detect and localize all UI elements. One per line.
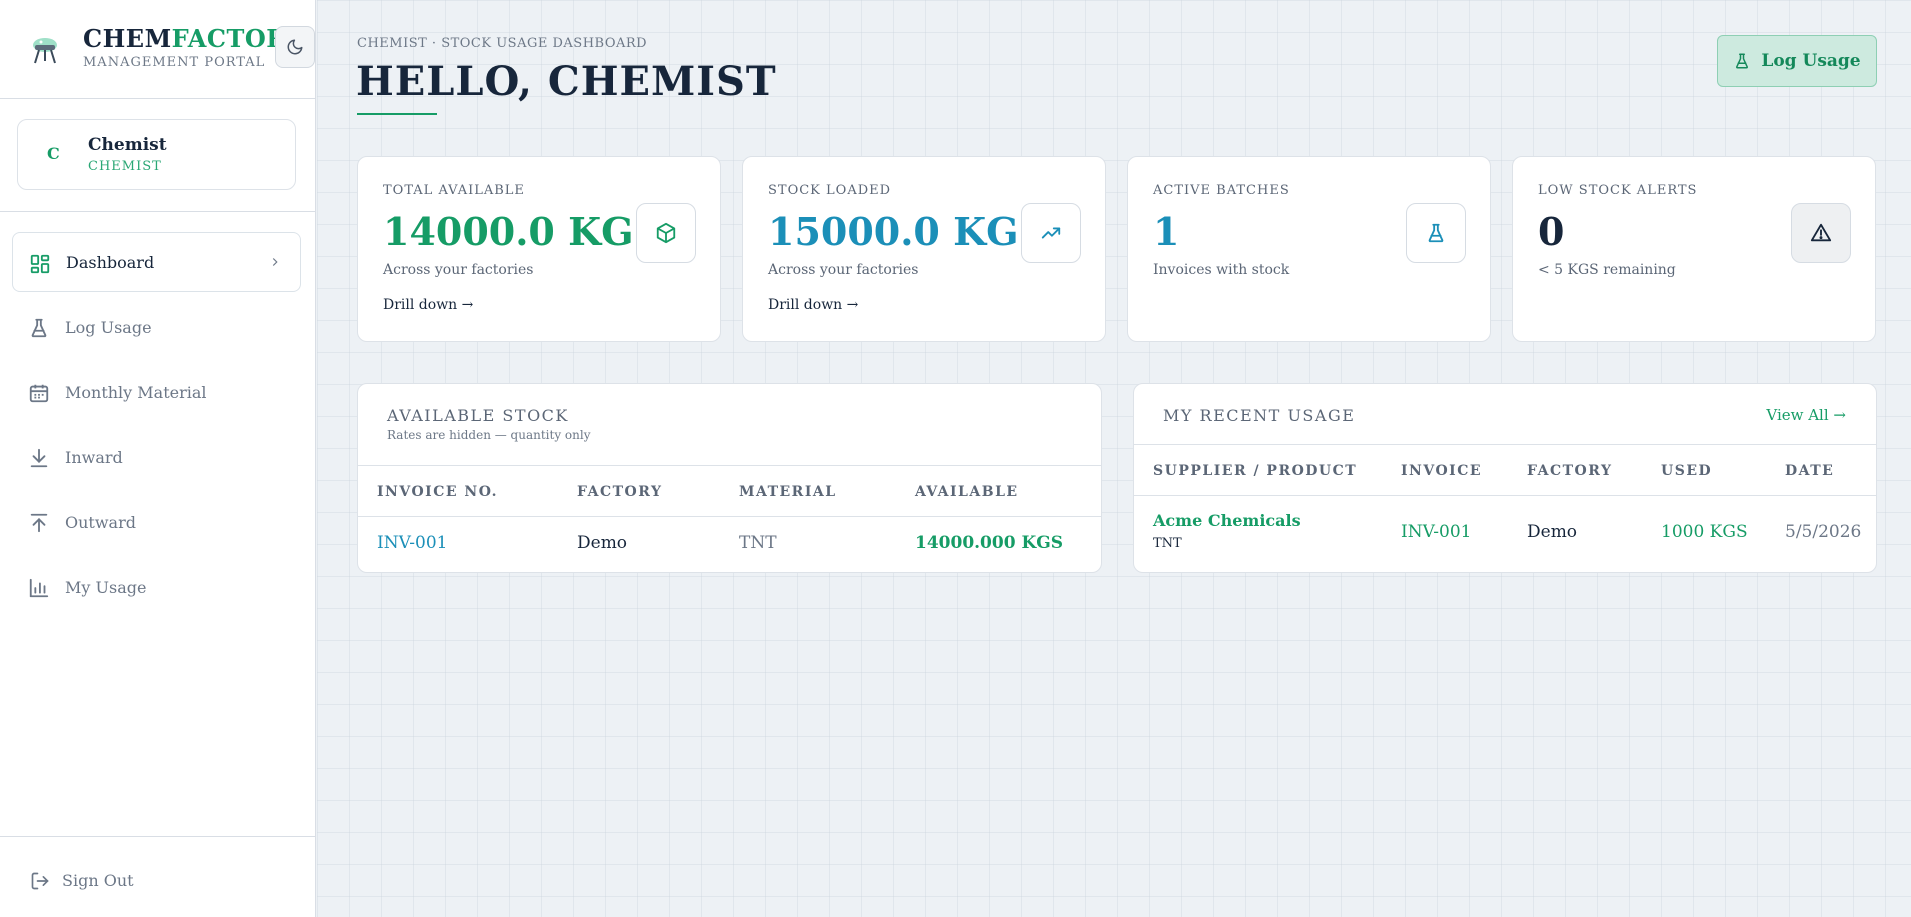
- stat-value: 15000.0 KGS: [768, 209, 1047, 254]
- stat-icon-box: [1791, 203, 1851, 263]
- stat-value: 1: [1153, 209, 1180, 254]
- stat-card-stock-loaded: STOCK LOADED 15000.0 KGS Across your fac…: [742, 156, 1106, 342]
- user-card: C Chemist CHEMIST: [17, 119, 296, 190]
- sidebar-item-label: My Usage: [65, 577, 147, 597]
- page-title: HELLO, CHEMIST: [356, 58, 777, 105]
- sidebar-item-outward[interactable]: Outward: [12, 492, 301, 552]
- stat-value: 14000.0 KGS: [383, 209, 662, 254]
- stat-card-total-available: TOTAL AVAILABLE 14000.0 KGS Across your …: [357, 156, 721, 342]
- table-row: Acme Chemicals TNT INV-001 Demo 1000 KGS…: [1134, 496, 1876, 572]
- flask-icon: [1736, 53, 1749, 69]
- available-stock-panel: AVAILABLE STOCK Rates are hidden — quant…: [357, 383, 1102, 573]
- recent-usage-panel: MY RECENT USAGE View All → SUPPLIER / PR…: [1133, 383, 1877, 573]
- stat-label: LOW STOCK ALERTS: [1538, 183, 1698, 198]
- sidebar-item-label: Log Usage: [65, 317, 152, 337]
- sidebar-item-label: Inward: [65, 447, 123, 467]
- brand-header: CHEMFACTORY MANAGEMENT PORTAL: [0, 0, 315, 99]
- supplier-name: Acme Chemicals: [1153, 511, 1301, 530]
- breadcrumb: CHEMIST · STOCK USAGE DASHBOARD: [357, 36, 648, 51]
- flask-icon: [31, 318, 47, 338]
- view-all-link[interactable]: View All →: [1766, 406, 1846, 424]
- chevron-right-icon: [272, 258, 278, 266]
- drill-down-link[interactable]: Drill down →: [768, 297, 858, 313]
- download-icon: [30, 448, 48, 468]
- used-cell: 1000 KGS: [1661, 522, 1748, 542]
- column-header: INVOICE NO.: [377, 484, 498, 500]
- date-cell: 5/5/2026: [1785, 522, 1862, 542]
- column-header: MATERIAL: [739, 484, 837, 500]
- bar-chart-icon: [29, 578, 49, 598]
- panel-subtitle: Rates are hidden — quantity only: [387, 428, 591, 442]
- brand-subtitle: MANAGEMENT PORTAL: [83, 55, 266, 70]
- main-content: CHEMIST · STOCK USAGE DASHBOARD HELLO, C…: [317, 0, 1911, 917]
- stat-card-low-stock-alerts: LOW STOCK ALERTS 0 < 5 KGS remaining: [1512, 156, 1876, 342]
- cube-icon: [656, 222, 676, 244]
- moon-icon: [287, 39, 303, 55]
- column-header: DATE: [1785, 463, 1835, 479]
- sidebar-item-inward[interactable]: Inward: [12, 427, 301, 487]
- material-cell: TNT: [739, 533, 777, 553]
- sidebar-item-label: Outward: [65, 512, 136, 532]
- user-section: C Chemist CHEMIST: [0, 99, 315, 212]
- stat-icon-box: [1021, 203, 1081, 263]
- invoice-link[interactable]: INV-001: [1401, 522, 1472, 542]
- stat-label: TOTAL AVAILABLE: [383, 183, 525, 198]
- sidebar: CHEMFACTORY MANAGEMENT PORTAL C Chemist …: [0, 0, 316, 917]
- theme-toggle-button[interactable]: [275, 26, 315, 68]
- table-header: INVOICE NO. FACTORY MATERIAL AVAILABLE: [358, 466, 1101, 517]
- factory-cell: Demo: [1527, 522, 1578, 542]
- panel-header: AVAILABLE STOCK Rates are hidden — quant…: [358, 384, 1101, 466]
- stat-label: ACTIVE BATCHES: [1153, 183, 1290, 198]
- table-header: SUPPLIER / PRODUCT INVOICE FACTORY USED …: [1134, 445, 1876, 496]
- available-cell: 14000.000 KGS: [915, 533, 1064, 553]
- column-header: FACTORY: [577, 484, 663, 500]
- trending-up-icon: [1041, 227, 1061, 239]
- stat-subtitle: < 5 KGS remaining: [1538, 262, 1676, 278]
- stat-icon-box: [636, 203, 696, 263]
- stat-card-active-batches: ACTIVE BATCHES 1 Invoices with stock: [1127, 156, 1491, 342]
- log-usage-button[interactable]: Log Usage: [1717, 35, 1877, 87]
- drill-down-link[interactable]: Drill down →: [383, 297, 473, 313]
- column-header: SUPPLIER / PRODUCT: [1153, 463, 1358, 479]
- panel-header: MY RECENT USAGE View All →: [1134, 384, 1876, 445]
- panel-title: MY RECENT USAGE: [1163, 406, 1356, 425]
- warning-icon: [1810, 223, 1832, 242]
- factory-cell: Demo: [577, 533, 628, 553]
- title-underline: [357, 113, 437, 115]
- dashboard-icon: [30, 254, 50, 274]
- stat-icon-box: [1406, 203, 1466, 263]
- invoice-link[interactable]: INV-001: [377, 533, 448, 553]
- column-header: AVAILABLE: [915, 484, 1019, 500]
- user-name: Chemist: [88, 135, 167, 155]
- table-row: INV-001 Demo TNT 14000.000 KGS: [358, 517, 1101, 572]
- product-name: TNT: [1153, 536, 1182, 551]
- sidebar-item-monthly-material[interactable]: Monthly Material: [12, 362, 301, 422]
- upload-icon: [30, 513, 48, 533]
- column-header: USED: [1661, 463, 1713, 479]
- stat-value: 0: [1538, 209, 1565, 254]
- sidebar-item-label: Dashboard: [66, 252, 155, 272]
- sidebar-item-log-usage[interactable]: Log Usage: [12, 297, 301, 357]
- sidebar-item-label: Monthly Material: [65, 382, 207, 402]
- stat-subtitle: Invoices with stock: [1153, 262, 1290, 278]
- sign-out-button[interactable]: Sign Out: [0, 836, 316, 917]
- stat-label: STOCK LOADED: [768, 183, 892, 198]
- calendar-icon: [29, 384, 49, 403]
- brand-name: CHEMFACTORY: [83, 24, 304, 53]
- column-header: INVOICE: [1401, 463, 1483, 479]
- stat-subtitle: Across your factories: [768, 262, 919, 278]
- flask-icon: [1428, 223, 1444, 243]
- sign-out-label: Sign Out: [62, 871, 134, 890]
- stat-subtitle: Across your factories: [383, 262, 534, 278]
- sidebar-item-dashboard[interactable]: Dashboard: [12, 232, 301, 292]
- column-header: FACTORY: [1527, 463, 1613, 479]
- sidebar-item-my-usage[interactable]: My Usage: [12, 557, 301, 617]
- lab-logo-icon: [33, 38, 57, 64]
- panel-title: AVAILABLE STOCK: [387, 406, 569, 425]
- avatar: C: [47, 144, 60, 163]
- logout-icon: [31, 872, 49, 890]
- user-role: CHEMIST: [88, 159, 162, 174]
- log-usage-label: Log Usage: [1761, 51, 1861, 71]
